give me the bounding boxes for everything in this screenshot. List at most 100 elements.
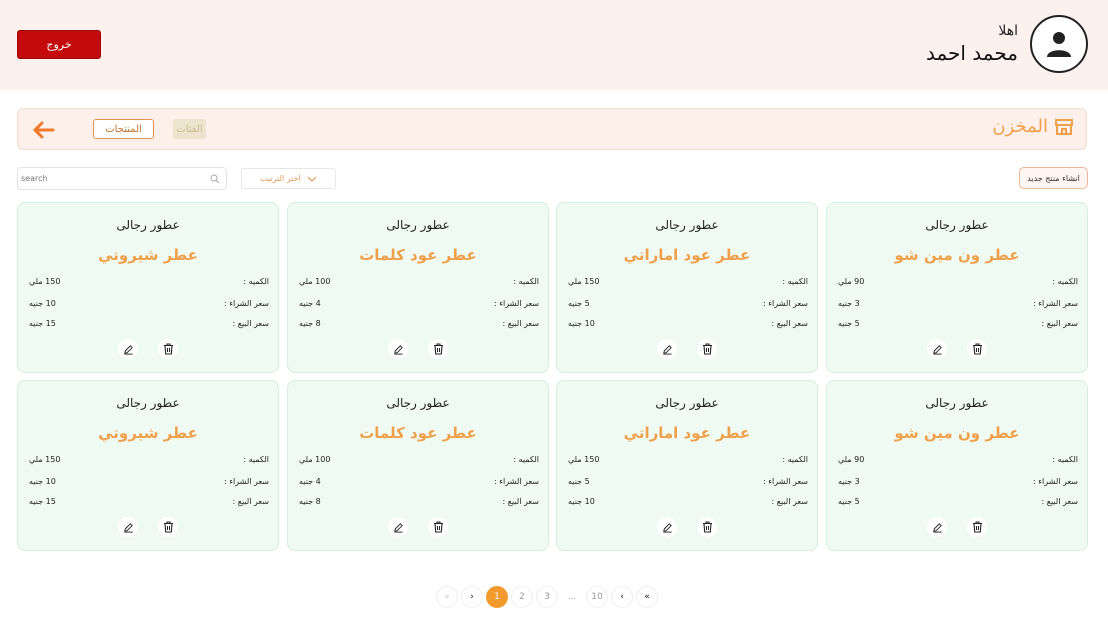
card-actions — [827, 339, 1087, 359]
quantity-label: الكميه : — [513, 277, 539, 286]
sell-price-row: 15 جنيه سعر البيع : — [29, 497, 269, 506]
quantity-row: 150 ملي الكميه : — [568, 455, 808, 464]
delete-button[interactable] — [967, 339, 987, 359]
pencil-icon — [662, 522, 672, 533]
product-card: عطور رجالى عطر عود اماراتي 150 ملي الكمي… — [556, 380, 818, 551]
product-category: عطور رجالى — [655, 396, 719, 410]
product-category: عطور رجالى — [116, 396, 180, 410]
sell-price-row: 10 جنيه سعر البيع : — [568, 497, 808, 506]
delete-button[interactable] — [428, 339, 448, 359]
search-box — [17, 167, 227, 190]
buy-price-row: 4 جنيه سعر الشراء : — [299, 477, 539, 486]
sell-price-label: سعر البيع : — [502, 319, 539, 328]
search-input[interactable] — [21, 170, 206, 187]
sort-select[interactable]: اختر الترتيب — [241, 168, 336, 189]
edit-button[interactable] — [657, 339, 677, 359]
product-name: عطر ون مين شو — [894, 246, 1020, 264]
product-name: عطر عود كلمات — [359, 246, 477, 264]
sell-price-row: 8 جنيه سعر البيع : — [299, 497, 539, 506]
pencil-icon — [123, 344, 133, 355]
edit-button[interactable] — [118, 339, 138, 359]
sell-price-value: 10 جنيه — [568, 497, 595, 506]
product-name: عطر شيروتي — [98, 246, 198, 264]
product-category: عطور رجالى — [925, 396, 989, 410]
sell-price-row: 5 جنيه سعر البيع : — [838, 319, 1078, 328]
product-name: عطر عود اماراتي — [623, 424, 751, 442]
user-info: اهلا محمد احمد — [926, 14, 1088, 74]
quantity-row: 90 ملي الكميه : — [838, 455, 1078, 464]
sell-price-label: سعر البيع : — [502, 497, 539, 506]
trash-icon — [163, 521, 173, 533]
product-card: عطور رجالى عطر شيروتي 150 ملي الكميه : 1… — [17, 380, 279, 551]
delete-button[interactable] — [697, 339, 717, 359]
pencil-icon — [932, 344, 942, 355]
quantity-value: 150 ملي — [29, 277, 61, 286]
quantity-label: الكميه : — [243, 455, 269, 464]
delete-button[interactable] — [158, 339, 178, 359]
product-card: عطور رجالى عطر ون مين شو 90 ملي الكميه :… — [826, 380, 1088, 551]
avatar[interactable] — [1030, 15, 1088, 73]
edit-button[interactable] — [927, 517, 947, 537]
username-text: محمد احمد — [925, 41, 1018, 65]
tab-products[interactable]: المنتجات — [93, 119, 154, 139]
prev-page-button[interactable]: ‹ — [611, 586, 633, 608]
trash-icon — [702, 343, 712, 355]
buy-price-row: 5 جنيه سعر الشراء : — [568, 299, 808, 308]
search-icon[interactable] — [210, 174, 220, 184]
create-product-button[interactable]: انشاء منتج جديد — [1019, 167, 1088, 189]
product-name: عطر عود اماراتي — [623, 246, 751, 264]
buy-price-row: 10 جنيه سعر الشراء : — [29, 299, 269, 308]
buy-price-label: سعر الشراء : — [224, 477, 269, 486]
page-button-1[interactable]: 1 — [486, 586, 508, 608]
product-category: عطور رجالى — [116, 218, 180, 232]
tab-categories[interactable]: الفئات — [173, 119, 206, 139]
first-page-button[interactable]: » — [436, 586, 458, 608]
quantity-value: 90 ملي — [838, 277, 865, 286]
back-button[interactable] — [30, 118, 56, 142]
page-button-10[interactable]: 10 — [586, 586, 608, 608]
delete-button[interactable] — [967, 517, 987, 537]
edit-button[interactable] — [657, 517, 677, 537]
buy-price-value: 10 جنيه — [29, 299, 56, 308]
buy-price-label: سعر الشراء : — [494, 299, 539, 308]
delete-button[interactable] — [697, 517, 717, 537]
buy-price-value: 3 جنيه — [838, 477, 860, 486]
last-page-button[interactable]: « — [636, 586, 658, 608]
sell-price-value: 10 جنيه — [568, 319, 595, 328]
quantity-label: الكميه : — [243, 277, 269, 286]
pencil-icon — [932, 522, 942, 533]
product-card: عطور رجالى عطر شيروتي 150 ملي الكميه : 1… — [17, 202, 279, 373]
page-button-3[interactable]: 3 — [536, 586, 558, 608]
product-name: عطر عود كلمات — [359, 424, 477, 442]
card-actions — [288, 339, 548, 359]
buy-price-value: 10 جنيه — [29, 477, 56, 486]
delete-button[interactable] — [428, 517, 448, 537]
card-actions — [557, 339, 817, 359]
store-icon — [1055, 118, 1073, 135]
edit-button[interactable] — [118, 517, 138, 537]
buy-price-row: 10 جنيه سعر الشراء : — [29, 477, 269, 486]
edit-button[interactable] — [388, 339, 408, 359]
pagination: » › 1 2 3 ... 10 ‹ « — [436, 586, 658, 608]
quantity-row: 150 ملي الكميه : — [29, 277, 269, 286]
sell-price-label: سعر البيع : — [771, 319, 808, 328]
buy-price-value: 4 جنيه — [299, 299, 321, 308]
edit-button[interactable] — [388, 517, 408, 537]
quantity-label: الكميه : — [782, 277, 808, 286]
card-actions — [557, 517, 817, 537]
greeting-text: اهلا — [998, 23, 1018, 39]
product-card: عطور رجالى عطر ون مين شو 90 ملي الكميه :… — [826, 202, 1088, 373]
next-page-button[interactable]: › — [461, 586, 483, 608]
buy-price-row: 4 جنيه سعر الشراء : — [299, 299, 539, 308]
sell-price-value: 5 جنيه — [838, 319, 860, 328]
logout-button[interactable]: خروج — [17, 30, 101, 59]
product-category: عطور رجالى — [925, 218, 989, 232]
page-button-2[interactable]: 2 — [511, 586, 533, 608]
buy-price-label: سعر الشراء : — [224, 299, 269, 308]
sell-price-label: سعر البيع : — [232, 497, 269, 506]
quantity-row: 150 ملي الكميه : — [568, 277, 808, 286]
product-category: عطور رجالى — [655, 218, 719, 232]
buy-price-row: 5 جنيه سعر الشراء : — [568, 477, 808, 486]
delete-button[interactable] — [158, 517, 178, 537]
edit-button[interactable] — [927, 339, 947, 359]
